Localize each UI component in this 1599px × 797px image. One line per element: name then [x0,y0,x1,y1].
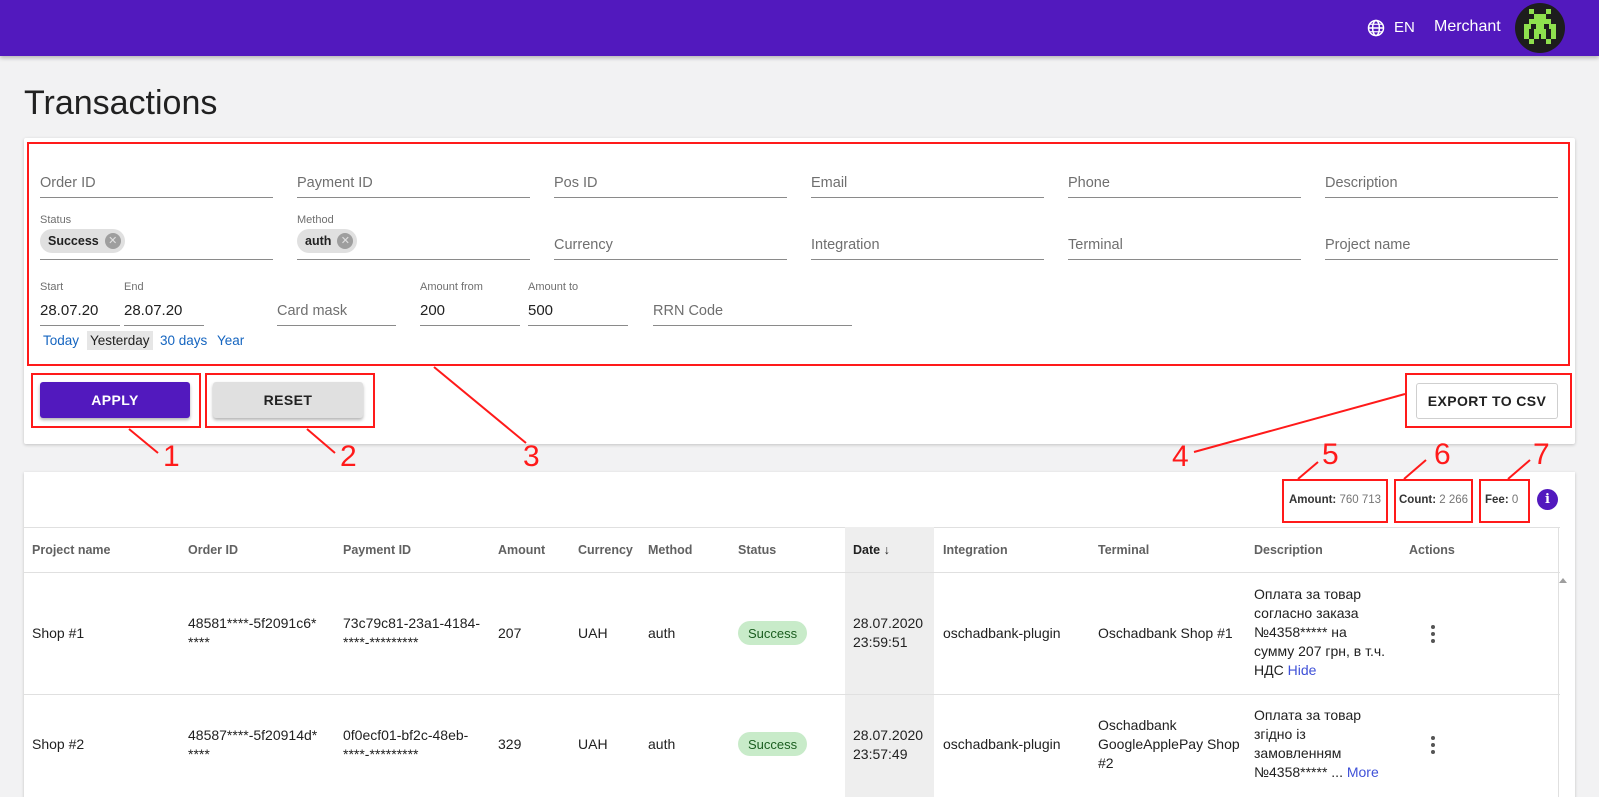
annotation-box-reset [205,373,375,428]
annotation-number: 7 [1533,438,1550,471]
more-description-link[interactable]: More [1347,764,1379,780]
description-line: №4358***** ... [1254,764,1343,780]
column-header-actions: Actions [1409,543,1455,557]
annotation-number: 4 [1172,440,1189,473]
cell-integration: oschadbank-plugin [943,625,1061,641]
hide-description-link[interactable]: Hide [1288,662,1317,678]
page-title: Transactions [24,84,218,122]
cell-date-line: 28.07.2020 [853,615,924,631]
column-header-terminal[interactable]: Terminal [1098,543,1149,557]
column-header-status[interactable]: Status [738,543,776,557]
cell-currency: UAH [578,736,608,752]
divider [24,694,1560,695]
avatar-pixel-icon [1524,9,1556,44]
divider [24,527,1560,528]
cell-payment-id: 73c79c81-23a1-4184- ****-********* [343,614,480,652]
annotation-number: 6 [1434,438,1451,471]
scroll-up-icon[interactable] [1559,578,1567,583]
column-header-date-label: Date [853,543,881,557]
terminal-line: Oschadbank [1098,717,1177,733]
annotation-box-export [1405,373,1572,428]
annotation-number: 3 [523,440,540,473]
column-header-method[interactable]: Method [648,543,692,557]
cell-payment-id: 0f0ecf01-bf2c-48eb- ****-********* [343,726,468,764]
status-badge: Success [738,621,808,645]
cell-project: Shop #2 [32,736,85,752]
more-actions-icon[interactable] [1431,736,1437,757]
cell-integration: oschadbank-plugin [943,736,1061,752]
annotation-box-amount [1282,479,1388,523]
cell-payment-id-line: ****-********* [343,746,419,762]
cell-order-id-line: 48587****-5f20914d* [188,727,318,743]
cell-payment-id-line: 73c79c81-23a1-4184- [343,615,480,631]
description-line: замовленням [1254,745,1342,761]
top-app-bar: EN Merchant [0,0,1599,56]
annotation-box-fee [1479,479,1530,523]
cell-date-line: 23:59:51 [853,634,908,650]
user-name[interactable]: Merchant [1434,18,1501,36]
cell-amount: 329 [498,736,522,752]
scrollbar[interactable] [1558,527,1559,797]
cell-payment-id-line: ****-********* [343,634,419,650]
column-header-payment-id[interactable]: Payment ID [343,543,411,557]
cell-order-id: 48587****-5f20914d* **** [188,726,317,764]
avatar[interactable] [1515,3,1565,53]
status-badge: Success [738,732,808,756]
annotation-box-apply [31,373,201,428]
cell-order-id-line: **** [188,746,210,762]
terminal-line: #2 [1098,755,1114,771]
column-header-order-id[interactable]: Order ID [188,543,238,557]
cell-terminal: Oschadbank Shop #1 [1098,625,1233,641]
description-line: згідно із [1254,726,1306,742]
description-line: сумму 207 грн, в т.ч. [1254,643,1386,659]
cell-date: 28.07.2020 23:57:49 [853,726,923,764]
description-line: №4358***** на [1254,624,1347,640]
cell-order-id-line: **** [188,634,210,650]
column-header-date[interactable]: Date ↓ [853,543,890,557]
annotation-number: 1 [163,440,180,473]
language-selector[interactable]: EN [1394,19,1415,36]
cell-date-line: 28.07.2020 [853,727,924,743]
cell-description: Оплата за товар згідно із замовленням №4… [1254,706,1379,782]
cell-terminal: Oschadbank GoogleApplePay Shop #2 [1098,716,1240,773]
description-line: согласно заказа [1254,605,1359,621]
cell-description: Оплата за товар согласно заказа №4358***… [1254,585,1385,680]
divider [24,572,1560,573]
description-line: НДС [1254,662,1284,678]
column-header-description[interactable]: Description [1254,543,1323,557]
description-line: Оплата за товар [1254,707,1362,723]
cell-method: auth [648,736,676,752]
column-header-integration[interactable]: Integration [943,543,1008,557]
info-icon[interactable]: i [1537,489,1558,510]
column-header-amount[interactable]: Amount [498,543,545,557]
cell-payment-id-line: 0f0ecf01-bf2c-48eb- [343,727,469,743]
cell-method: auth [648,625,676,641]
more-actions-icon[interactable] [1431,625,1437,646]
cell-currency: UAH [578,625,608,641]
terminal-line: GoogleApplePay Shop [1098,736,1240,752]
cell-order-id: 48581****-5f2091c6* **** [188,614,316,652]
cell-date: 28.07.2020 23:59:51 [853,614,923,652]
globe-icon[interactable] [1367,19,1385,37]
cell-date-line: 23:57:49 [853,746,908,762]
cell-order-id-line: 48581****-5f2091c6* [188,615,317,631]
cell-amount: 207 [498,625,522,641]
annotation-number: 2 [340,440,357,473]
sort-arrow-down-icon: ↓ [883,543,890,557]
annotation-number: 5 [1322,438,1339,471]
column-header-currency[interactable]: Currency [578,543,633,557]
annotation-box-filters [27,142,1570,366]
description-line: Оплата за товар [1254,586,1362,602]
column-header-project-name[interactable]: Project name [32,543,111,557]
cell-project: Shop #1 [32,625,85,641]
annotation-box-count [1394,479,1473,523]
